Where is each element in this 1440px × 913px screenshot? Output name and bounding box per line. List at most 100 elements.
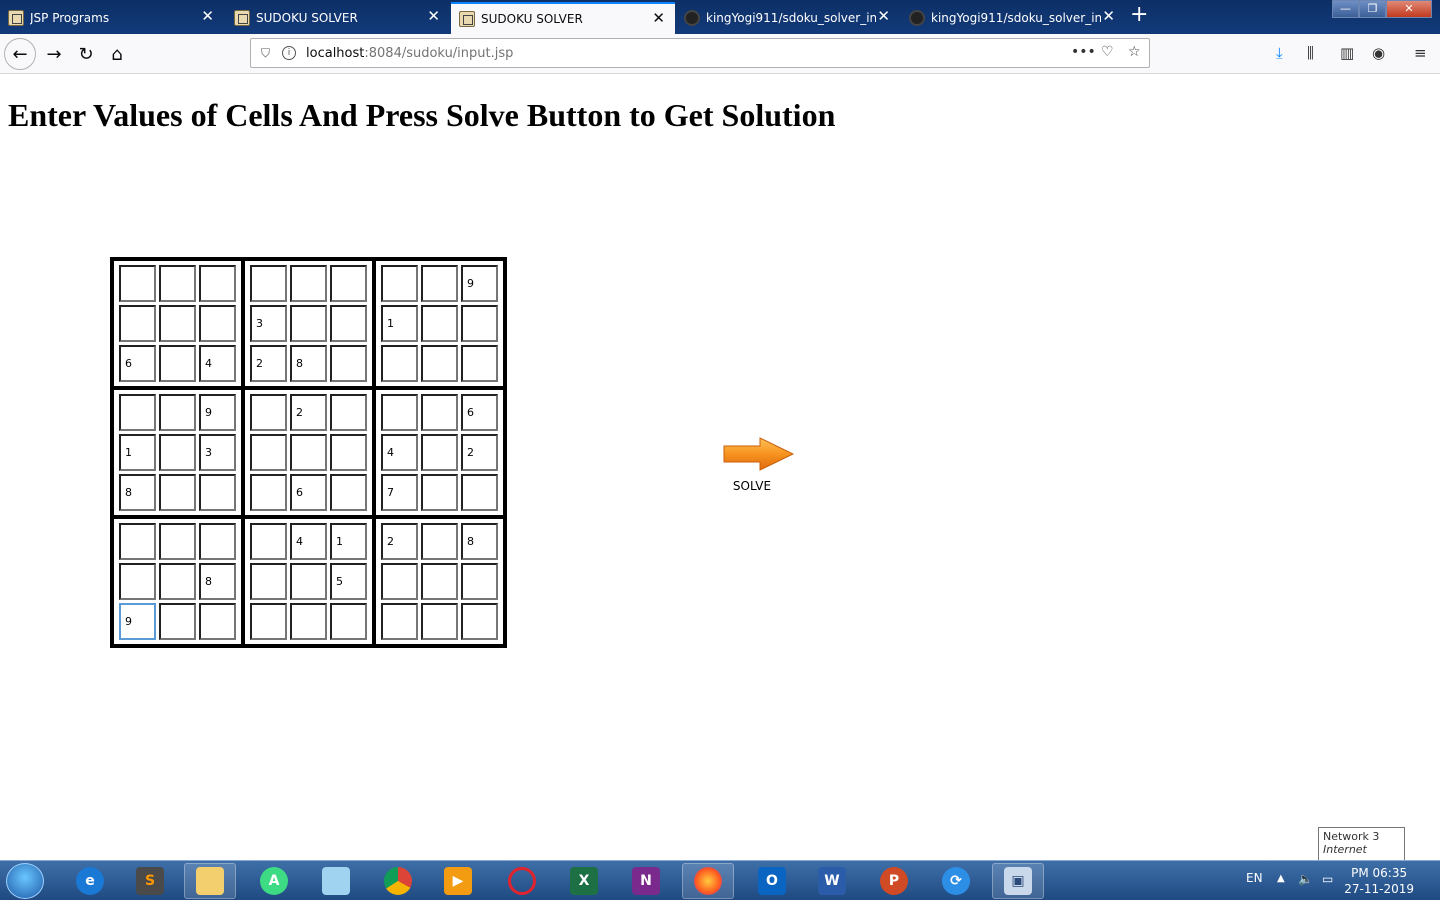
close-icon[interactable]: ✕	[427, 9, 440, 24]
sudoku-cell-r3c7[interactable]	[381, 345, 418, 382]
sudoku-cell-r3c9[interactable]	[461, 345, 498, 382]
taskbar-firefox[interactable]	[682, 863, 734, 899]
language-indicator[interactable]: EN	[1246, 871, 1263, 911]
sudoku-cell-r2c4[interactable]	[250, 305, 287, 342]
tab-jsp-programs[interactable]: JSP Programs ✕	[0, 2, 224, 34]
reload-button[interactable]: ↻	[70, 38, 102, 70]
pocket-icon[interactable]: ♡	[1101, 44, 1114, 60]
sudoku-cell-r3c8[interactable]	[421, 345, 458, 382]
sudoku-cell-r9c4[interactable]	[250, 603, 287, 640]
sudoku-cell-r8c4[interactable]	[250, 563, 287, 600]
info-icon[interactable]: i	[282, 46, 297, 60]
sudoku-cell-r4c3[interactable]	[199, 394, 236, 431]
taskbar-chrome[interactable]	[372, 863, 424, 899]
bookmark-star-icon[interactable]: ☆	[1128, 44, 1141, 60]
sudoku-cell-r3c2[interactable]	[159, 345, 196, 382]
sudoku-cell-r9c9[interactable]	[461, 603, 498, 640]
sidebar-icon[interactable]: ▥	[1340, 44, 1354, 62]
sudoku-cell-r6c8[interactable]	[421, 474, 458, 511]
sudoku-cell-r8c5[interactable]	[290, 563, 327, 600]
sudoku-cell-r4c7[interactable]	[381, 394, 418, 431]
sudoku-cell-r9c1[interactable]	[119, 603, 156, 640]
sudoku-cell-r5c6[interactable]	[330, 434, 367, 471]
sudoku-cell-r6c9[interactable]	[461, 474, 498, 511]
sudoku-cell-r9c3[interactable]	[199, 603, 236, 640]
sudoku-cell-r3c3[interactable]	[199, 345, 236, 382]
sudoku-cell-r1c8[interactable]	[421, 265, 458, 302]
sudoku-cell-r3c5[interactable]	[290, 345, 327, 382]
taskbar-android-studio[interactable]: A	[248, 863, 300, 899]
sudoku-cell-r4c1[interactable]	[119, 394, 156, 431]
sudoku-cell-r5c5[interactable]	[290, 434, 327, 471]
sudoku-cell-r9c2[interactable]	[159, 603, 196, 640]
sudoku-cell-r5c3[interactable]	[199, 434, 236, 471]
tab-sudoku-solver-active[interactable]: SUDOKU SOLVER ✕	[451, 2, 675, 34]
sudoku-cell-r5c1[interactable]	[119, 434, 156, 471]
taskbar-excel[interactable]: X	[558, 863, 610, 899]
sudoku-cell-r5c9[interactable]	[461, 434, 498, 471]
sudoku-cell-r5c4[interactable]	[250, 434, 287, 471]
close-icon[interactable]: ✕	[1102, 9, 1115, 24]
taskbar-explorer[interactable]	[184, 863, 236, 899]
back-button[interactable]: ←	[4, 38, 36, 70]
taskbar-virtualbox[interactable]: ▣	[992, 863, 1044, 899]
tab-github-repo[interactable]: kingYogi911/sdoku_solver_in_J ✕	[676, 2, 900, 34]
sudoku-cell-r2c8[interactable]	[421, 305, 458, 342]
taskbar-outlook[interactable]: O	[746, 863, 798, 899]
minimize-button[interactable]: —	[1332, 0, 1359, 18]
sudoku-cell-r2c6[interactable]	[330, 305, 367, 342]
sudoku-cell-r8c3[interactable]	[199, 563, 236, 600]
close-icon[interactable]: ✕	[877, 9, 890, 24]
shield-icon[interactable]: ⛉	[261, 46, 270, 61]
sudoku-cell-r7c8[interactable]	[421, 523, 458, 560]
sudoku-cell-r4c4[interactable]	[250, 394, 287, 431]
sudoku-cell-r7c4[interactable]	[250, 523, 287, 560]
sudoku-cell-r7c3[interactable]	[199, 523, 236, 560]
show-hidden-icons-icon[interactable]: ▲	[1277, 873, 1285, 913]
sudoku-cell-r2c9[interactable]	[461, 305, 498, 342]
sudoku-cell-r9c8[interactable]	[421, 603, 458, 640]
taskbar-sync-app[interactable]: ⟳	[930, 863, 982, 899]
sudoku-cell-r7c5[interactable]	[290, 523, 327, 560]
sudoku-cell-r4c2[interactable]	[159, 394, 196, 431]
home-button[interactable]: ⌂	[101, 38, 133, 70]
maximize-button[interactable]: ❐	[1359, 0, 1386, 18]
sudoku-cell-r1c7[interactable]	[381, 265, 418, 302]
forward-button[interactable]: →	[38, 38, 70, 70]
start-button[interactable]	[6, 863, 44, 899]
sudoku-cell-r3c6[interactable]	[330, 345, 367, 382]
sudoku-cell-r3c1[interactable]	[119, 345, 156, 382]
sudoku-cell-r1c4[interactable]	[250, 265, 287, 302]
sudoku-cell-r9c5[interactable]	[290, 603, 327, 640]
sudoku-cell-r1c9[interactable]	[461, 265, 498, 302]
library-icon[interactable]: ⫼	[1307, 44, 1314, 62]
sudoku-cell-r8c7[interactable]	[381, 563, 418, 600]
taskbar-word[interactable]: W	[806, 863, 858, 899]
address-bar[interactable]: ⛉ i localhost:8084/sudoku/input.jsp ••• …	[250, 38, 1150, 68]
taskbar-media-player[interactable]: ▶	[432, 863, 484, 899]
sudoku-cell-r4c8[interactable]	[421, 394, 458, 431]
taskbar-powerpoint[interactable]: P	[868, 863, 920, 899]
clock[interactable]: PM 06:35 27-11-2019	[1344, 865, 1414, 897]
sudoku-cell-r2c5[interactable]	[290, 305, 327, 342]
sudoku-cell-r4c6[interactable]	[330, 394, 367, 431]
sudoku-cell-r5c7[interactable]	[381, 434, 418, 471]
sudoku-cell-r7c9[interactable]	[461, 523, 498, 560]
sudoku-cell-r2c3[interactable]	[199, 305, 236, 342]
volume-icon[interactable]: 🔈	[1298, 872, 1313, 912]
sudoku-cell-r7c6[interactable]	[330, 523, 367, 560]
taskbar-notepad[interactable]	[310, 863, 362, 899]
taskbar-ie[interactable]: e	[64, 863, 116, 899]
sudoku-cell-r6c1[interactable]	[119, 474, 156, 511]
sudoku-cell-r5c8[interactable]	[421, 434, 458, 471]
sudoku-cell-r1c1[interactable]	[119, 265, 156, 302]
sudoku-cell-r7c7[interactable]	[381, 523, 418, 560]
menu-icon[interactable]: ≡	[1414, 44, 1427, 62]
taskbar-sublime[interactable]: S	[124, 863, 176, 899]
tab-sudoku-solver[interactable]: SUDOKU SOLVER ✕	[226, 2, 450, 34]
sudoku-cell-r8c9[interactable]	[461, 563, 498, 600]
close-icon[interactable]: ✕	[201, 9, 214, 24]
account-icon[interactable]: ◉	[1372, 44, 1385, 62]
sudoku-cell-r6c2[interactable]	[159, 474, 196, 511]
page-actions-icon[interactable]: •••	[1071, 44, 1096, 60]
